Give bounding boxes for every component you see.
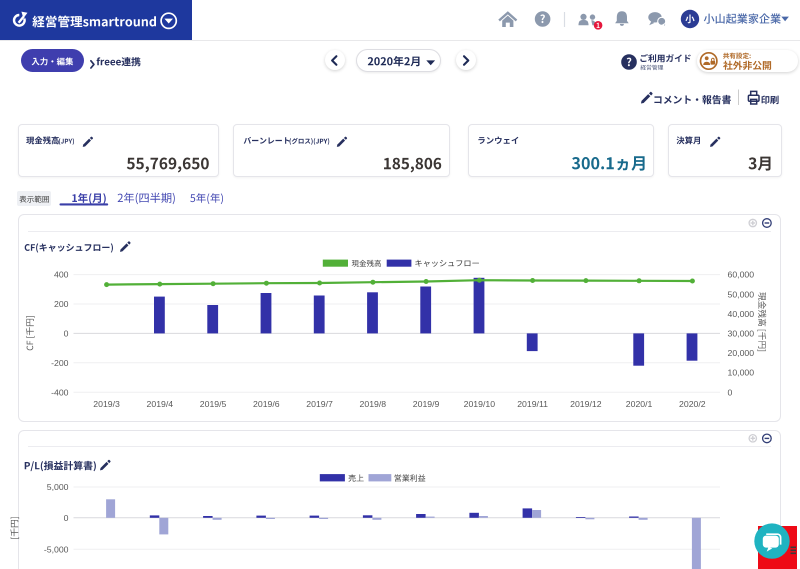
svg-text:2019/8: 2019/8 <box>360 399 387 409</box>
svg-text:2019/11: 2019/11 <box>517 399 548 409</box>
svg-text:400: 400 <box>54 270 69 280</box>
svg-text:2019/4: 2019/4 <box>147 399 174 409</box>
svg-text:10,000: 10,000 <box>728 368 755 378</box>
svg-text:-5,000: -5,000 <box>44 544 69 554</box>
svg-text:2020/1: 2020/1 <box>626 399 653 409</box>
svg-text:2019/3: 2019/3 <box>93 399 120 409</box>
svg-text:0: 0 <box>64 329 69 339</box>
svg-text:40,000: 40,000 <box>728 309 755 319</box>
svg-text:-200: -200 <box>51 358 69 368</box>
svg-text:2019/7: 2019/7 <box>306 399 333 409</box>
svg-text:20,000: 20,000 <box>728 348 755 358</box>
svg-text:0: 0 <box>64 513 69 523</box>
svg-text:-400: -400 <box>51 387 69 397</box>
svg-text:2019/6: 2019/6 <box>253 399 280 409</box>
svg-text:2019/9: 2019/9 <box>413 399 440 409</box>
svg-text:0: 0 <box>728 387 733 397</box>
svg-text:50,000: 50,000 <box>728 289 755 299</box>
svg-text:2019/10: 2019/10 <box>464 399 496 409</box>
svg-text:2019/12: 2019/12 <box>570 399 602 409</box>
svg-text:60,000: 60,000 <box>728 270 755 280</box>
svg-text:5,000: 5,000 <box>47 482 69 492</box>
svg-text:2019/5: 2019/5 <box>200 399 227 409</box>
svg-text:30,000: 30,000 <box>728 329 755 339</box>
svg-text:200: 200 <box>54 299 69 309</box>
svg-text:2020/2: 2020/2 <box>679 399 706 409</box>
